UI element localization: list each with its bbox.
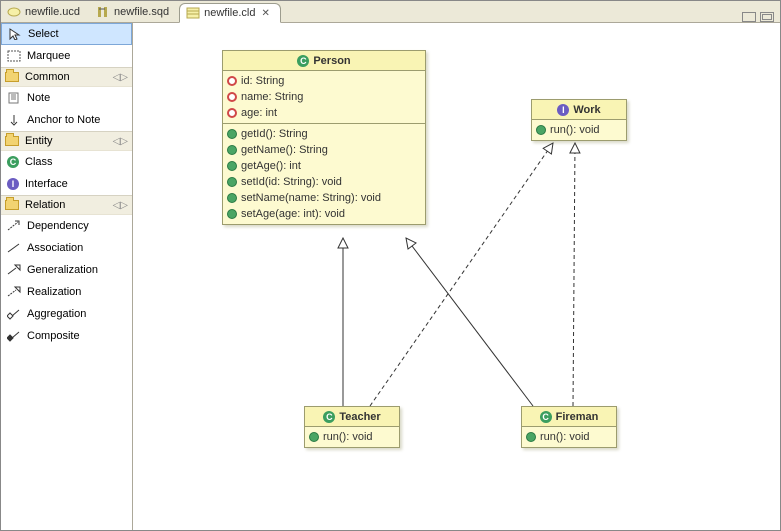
toolitem-label: Association: [27, 242, 83, 254]
association-icon: [7, 242, 21, 254]
op: getAge(): int: [241, 160, 301, 172]
attr: name: String: [241, 91, 303, 103]
toolitem-label: Aggregation: [27, 308, 86, 320]
toolitem-dependency[interactable]: Dependency: [1, 215, 132, 237]
toolitem-label: Interface: [25, 178, 68, 190]
tab-cld[interactable]: newfile.cld ✕: [179, 3, 281, 23]
node-title: Fireman: [556, 411, 599, 423]
toolitem-label: Note: [27, 92, 50, 104]
operations-compartment: getId(): String getName(): String getAge…: [223, 124, 425, 224]
node-work[interactable]: I Work run(): void: [531, 99, 627, 141]
realization-icon: [7, 286, 21, 298]
folder-icon: [5, 136, 19, 146]
folder-icon: [5, 200, 19, 210]
node-title: Teacher: [339, 411, 380, 423]
tab-ucd[interactable]: newfile.ucd: [1, 2, 90, 22]
toolitem-marquee[interactable]: Marquee: [1, 45, 132, 67]
note-icon: [7, 92, 21, 104]
toolitem-anchor[interactable]: Anchor to Note: [1, 109, 132, 131]
attr: age: int: [241, 107, 277, 119]
anchor-icon: [7, 114, 21, 126]
dependency-icon: [7, 220, 21, 232]
toolitem-aggregation[interactable]: Aggregation: [1, 303, 132, 325]
toolitem-composite[interactable]: Composite: [1, 325, 132, 347]
op: run(): void: [323, 431, 373, 443]
chevron-icon: ◁▷: [113, 200, 128, 211]
close-icon[interactable]: ✕: [261, 8, 269, 19]
toolitem-association[interactable]: Association: [1, 237, 132, 259]
op: getId(): String: [241, 128, 308, 140]
toolitem-label: Class: [25, 156, 53, 168]
sequence-icon: [96, 6, 110, 18]
toolitem-class[interactable]: C Class: [1, 151, 132, 173]
chevron-icon: ◁▷: [113, 136, 128, 147]
usecase-icon: [7, 6, 21, 18]
composite-icon: [7, 330, 21, 342]
group-entity[interactable]: Entity ◁▷: [1, 131, 132, 151]
group-relation[interactable]: Relation ◁▷: [1, 195, 132, 215]
tab-label: newfile.ucd: [25, 6, 80, 18]
generalization-icon: [7, 264, 21, 276]
tab-label: newfile.sqd: [114, 6, 169, 18]
palette: Select Marquee Common ◁▷ Note Anchor to …: [1, 23, 133, 530]
op: run(): void: [550, 124, 600, 136]
interface-icon: I: [557, 104, 569, 116]
toolitem-label: Marquee: [27, 50, 70, 62]
interface-icon: I: [7, 178, 19, 190]
op: setAge(age: int): void: [241, 208, 345, 220]
toolitem-label: Anchor to Note: [27, 114, 100, 126]
maximize-button[interactable]: [760, 12, 774, 22]
editor-tabs: newfile.ucd newfile.sqd newfile.cld ✕: [1, 1, 780, 23]
class-icon: C: [323, 411, 335, 423]
node-fireman[interactable]: C Fireman run(): void: [521, 406, 617, 448]
tab-sqd[interactable]: newfile.sqd: [90, 2, 179, 22]
toolitem-realization[interactable]: Realization: [1, 281, 132, 303]
attributes-compartment: id: String name: String age: int: [223, 71, 425, 124]
marquee-icon: [7, 50, 21, 62]
toolitem-generalization[interactable]: Generalization: [1, 259, 132, 281]
node-title: Person: [313, 55, 350, 67]
op: run(): void: [540, 431, 590, 443]
class-diagram-icon: [186, 7, 200, 19]
class-icon: C: [297, 55, 309, 67]
chevron-icon: ◁▷: [113, 72, 128, 83]
toolitem-note[interactable]: Note: [1, 87, 132, 109]
op: getName(): String: [241, 144, 328, 156]
toolitem-label: Dependency: [27, 220, 89, 232]
group-label: Relation: [25, 199, 65, 211]
group-common[interactable]: Common ◁▷: [1, 67, 132, 87]
node-person[interactable]: C Person id: String name: String age: int…: [222, 50, 426, 225]
toolitem-interface[interactable]: I Interface: [1, 173, 132, 195]
aggregation-icon: [7, 308, 21, 320]
toolitem-label: Select: [28, 28, 59, 40]
node-title: Work: [573, 104, 600, 116]
op: setId(id: String): void: [241, 176, 342, 188]
minimize-button[interactable]: [742, 12, 756, 22]
class-icon: C: [540, 411, 552, 423]
attr: id: String: [241, 75, 284, 87]
node-teacher[interactable]: C Teacher run(): void: [304, 406, 400, 448]
group-label: Entity: [25, 135, 53, 147]
toolitem-label: Realization: [27, 286, 81, 298]
toolitem-select[interactable]: Select: [1, 23, 132, 45]
folder-icon: [5, 72, 19, 82]
class-icon: C: [7, 156, 19, 168]
cursor-icon: [8, 28, 22, 40]
tab-label: newfile.cld: [204, 7, 255, 19]
diagram-canvas[interactable]: C Person id: String name: String age: int…: [133, 23, 780, 530]
toolitem-label: Composite: [27, 330, 80, 342]
toolitem-label: Generalization: [27, 264, 98, 276]
group-label: Common: [25, 71, 70, 83]
op: setName(name: String): void: [241, 192, 381, 204]
